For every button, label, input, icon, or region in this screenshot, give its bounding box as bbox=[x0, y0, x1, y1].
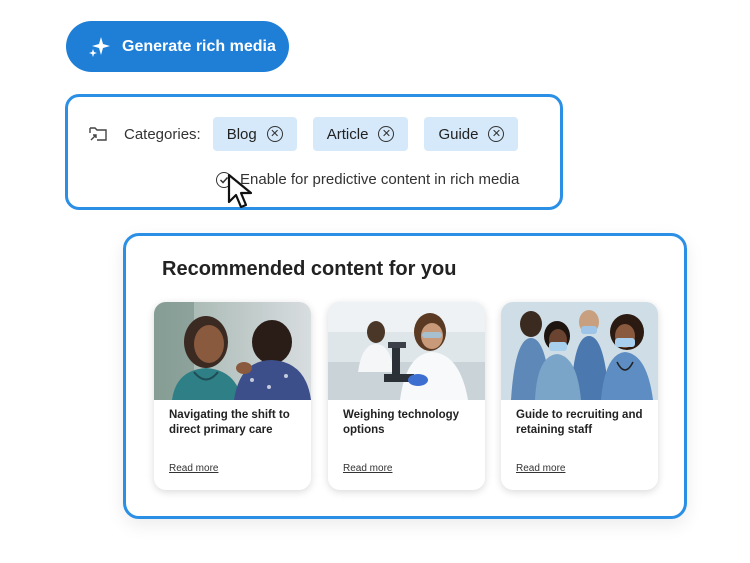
card-title: Weighing technology options bbox=[343, 409, 460, 436]
content-card-technology[interactable]: Weighing technology options Read more bbox=[328, 302, 485, 490]
recommended-content-panel: Recommended content for you Navigating t… bbox=[123, 233, 687, 519]
tag-guide[interactable]: Guide ✕ bbox=[424, 117, 519, 151]
tag-label: Blog bbox=[226, 125, 257, 143]
generate-button-label: Generate rich media bbox=[122, 37, 276, 55]
predictive-checkbox-label: Enable for predictive content in rich me… bbox=[240, 171, 520, 188]
categories-row: Categories: Blog ✕ Article ✕ Guide ✕ bbox=[88, 117, 534, 151]
remove-tag-icon[interactable]: ✕ bbox=[378, 126, 395, 142]
tag-label: Guide bbox=[438, 125, 479, 143]
read-more-link[interactable]: Read more bbox=[169, 463, 218, 474]
card-title: Guide to recruiting and retaining staff bbox=[516, 409, 643, 436]
doctor-consulting-patient-photo bbox=[154, 302, 311, 400]
predictive-content-option: Enable for predictive content in rich me… bbox=[216, 171, 519, 188]
tag-blog[interactable]: Blog ✕ bbox=[212, 117, 297, 151]
folder-link-icon bbox=[89, 127, 107, 141]
mouse-pointer-icon bbox=[227, 173, 253, 209]
tag-label: Article bbox=[326, 125, 369, 143]
sparkle-icon bbox=[89, 36, 110, 57]
medical-team-masks-photo bbox=[501, 302, 658, 400]
recommended-title: Recommended content for you bbox=[162, 258, 457, 280]
tag-article[interactable]: Article ✕ bbox=[312, 117, 409, 151]
categories-label: Categories: bbox=[124, 125, 201, 143]
content-card-recruiting[interactable]: Guide to recruiting and retaining staff … bbox=[501, 302, 658, 490]
lab-scientist-microscope-photo bbox=[328, 302, 485, 400]
content-card-primary-care[interactable]: Navigating the shift to direct primary c… bbox=[154, 302, 311, 490]
generate-rich-media-button[interactable]: Generate rich media bbox=[66, 21, 289, 72]
categories-panel: Categories: Blog ✕ Article ✕ Guide ✕ Ena… bbox=[65, 94, 563, 210]
remove-tag-icon[interactable]: ✕ bbox=[488, 126, 505, 142]
read-more-link[interactable]: Read more bbox=[516, 463, 565, 474]
remove-tag-icon[interactable]: ✕ bbox=[266, 126, 283, 142]
card-title: Navigating the shift to direct primary c… bbox=[169, 409, 290, 436]
read-more-link[interactable]: Read more bbox=[343, 463, 392, 474]
